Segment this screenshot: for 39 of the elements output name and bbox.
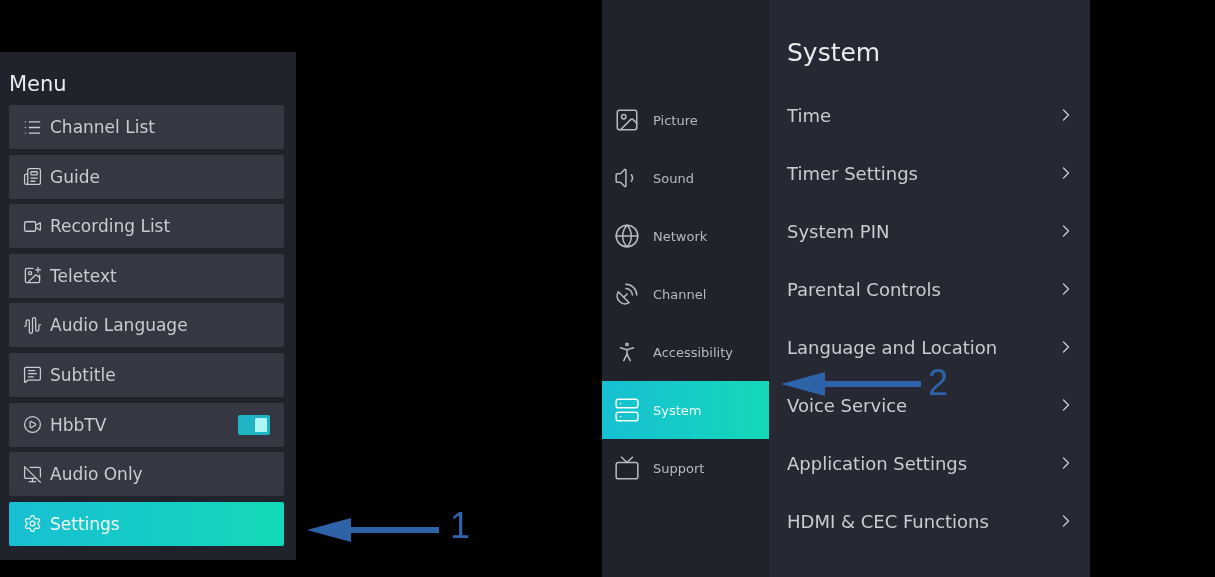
menu-item[interactable]: Recording List xyxy=(9,204,284,249)
menu-item[interactable]: Teletext xyxy=(9,253,284,298)
submenu-item[interactable]: Voice Service xyxy=(787,394,908,416)
annotation-number: 2 xyxy=(928,362,949,404)
tv-icon xyxy=(614,455,640,481)
message-icon xyxy=(23,365,42,385)
menu-item[interactable]: Subtitle xyxy=(9,352,284,397)
page-title: System xyxy=(787,37,882,69)
category-item[interactable]: Accessibility xyxy=(602,323,769,381)
submenu-item[interactable]: Application Settings xyxy=(787,452,968,474)
category-item[interactable]: Network xyxy=(602,207,769,265)
waveform-icon xyxy=(23,315,42,335)
category-item[interactable]: Sound xyxy=(602,149,769,207)
submenu-item[interactable]: HDMI & CEC Functions xyxy=(787,510,989,532)
menu-item[interactable]: Guide xyxy=(9,154,284,199)
satellite-dish-icon xyxy=(614,281,640,307)
annotation-number: 1 xyxy=(450,505,471,547)
submenu-item[interactable]: Language and Location xyxy=(787,336,998,358)
menu-item[interactable]: Audio Only xyxy=(9,452,284,497)
monitor-off-icon xyxy=(23,464,42,484)
play-icon xyxy=(23,415,42,435)
toggle-switch[interactable] xyxy=(238,414,270,435)
newspaper-icon xyxy=(23,167,42,187)
category-item[interactable]: Picture xyxy=(602,91,769,149)
image-icon xyxy=(23,266,42,286)
category-item[interactable]: Channel xyxy=(602,265,769,323)
menu-item[interactable]: Channel List xyxy=(9,105,284,149)
submenu-item[interactable]: Time xyxy=(787,104,832,126)
image-icon xyxy=(614,107,640,133)
menu-item[interactable]: Audio Language xyxy=(9,303,284,348)
menu-item[interactable]: HbbTV xyxy=(9,402,284,447)
submenu-item[interactable]: System PIN xyxy=(787,220,890,242)
category-item[interactable]: Support xyxy=(602,439,769,497)
menu-title: Menu xyxy=(9,71,68,98)
submenu-item[interactable]: Timer Settings xyxy=(787,162,918,184)
settings-icon xyxy=(23,514,42,534)
globe-icon xyxy=(614,223,640,249)
server-icon xyxy=(614,397,640,423)
submenu-item[interactable]: Parental Controls xyxy=(787,278,941,300)
